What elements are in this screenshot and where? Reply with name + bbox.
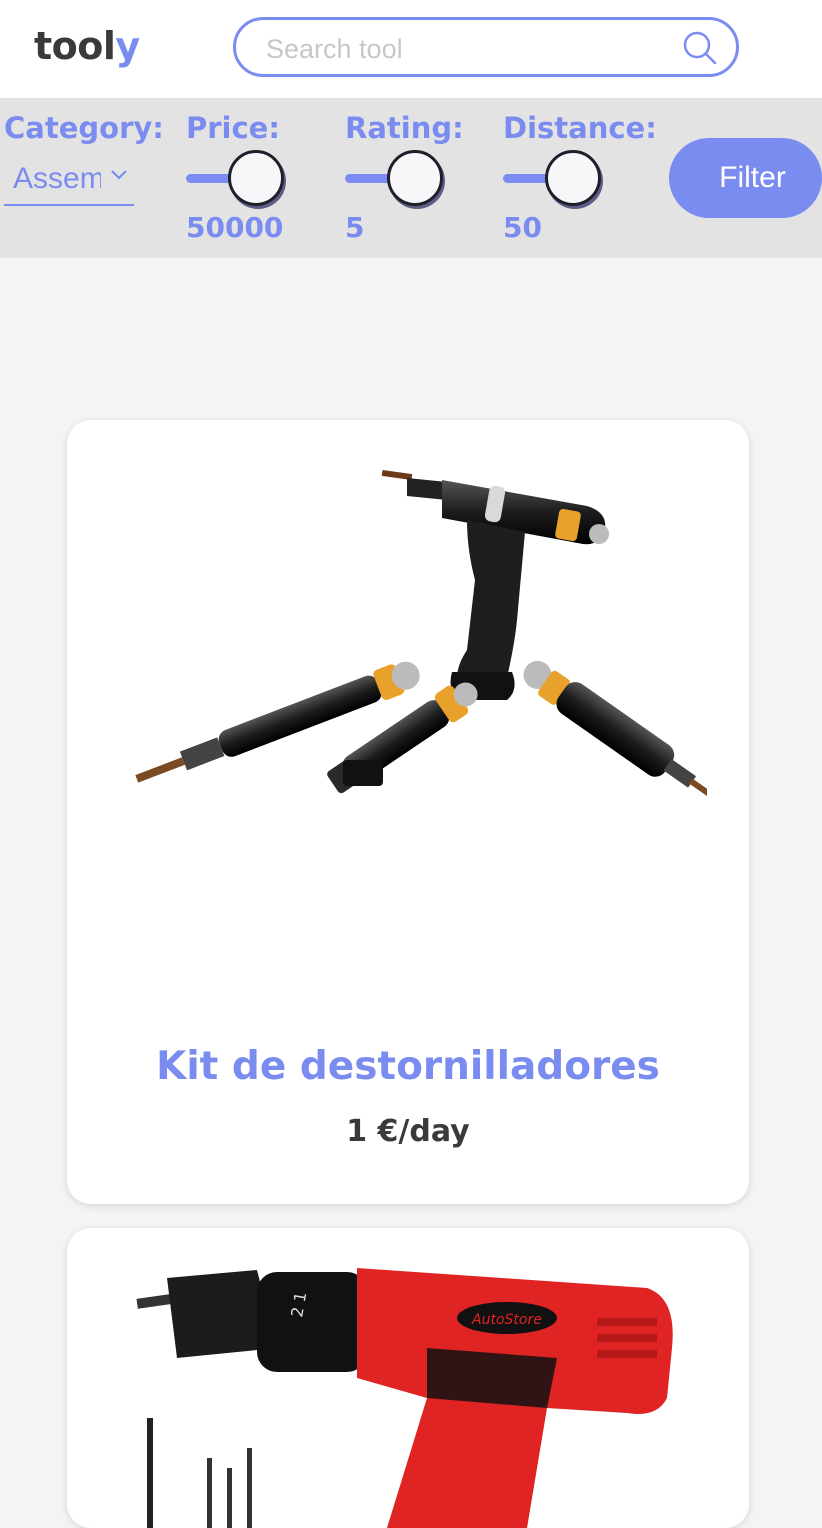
price-slider[interactable] [186,150,298,208]
logo-text: tool [34,24,116,68]
product-price: 1 €/day [346,1114,470,1149]
distance-slider[interactable] [503,150,615,208]
distance-value: 50 [503,211,542,244]
search-icon[interactable] [682,30,718,66]
search-input[interactable] [264,30,668,68]
screwdriver-kit-image [135,469,707,803]
rating-slider-thumb[interactable] [387,150,443,206]
logo-accent-letter: y [115,24,140,68]
chevron-down-icon [111,170,127,180]
tooly-logo[interactable]: tooly [34,22,140,70]
rating-slider[interactable] [345,150,457,208]
filter-button[interactable]: Filter [669,138,822,218]
category-selected-value: Assembly [13,162,101,195]
rating-label: Rating: [345,111,464,145]
price-value: 50000 [186,211,284,244]
product-title[interactable]: Kit de destornilladores [67,1042,749,1092]
distance-label: Distance: [503,111,657,145]
product-card[interactable]: Kit de destornilladores 1 €/day [67,420,749,1204]
app-header: tooly [0,0,822,99]
price-slider-thumb[interactable] [228,150,284,206]
product-card[interactable]: 2 1 AutoStore [67,1228,749,1528]
distance-slider-thumb[interactable] [545,150,601,206]
rating-value: 5 [345,211,365,244]
cordless-drill-image: 2 1 AutoStore [136,1268,673,1528]
svg-text:AutoStore: AutoStore [471,1312,542,1328]
category-select[interactable]: Assembly [4,154,134,206]
search-box[interactable] [233,17,739,77]
category-label: Category: [4,111,164,145]
price-label: Price: [186,111,280,145]
